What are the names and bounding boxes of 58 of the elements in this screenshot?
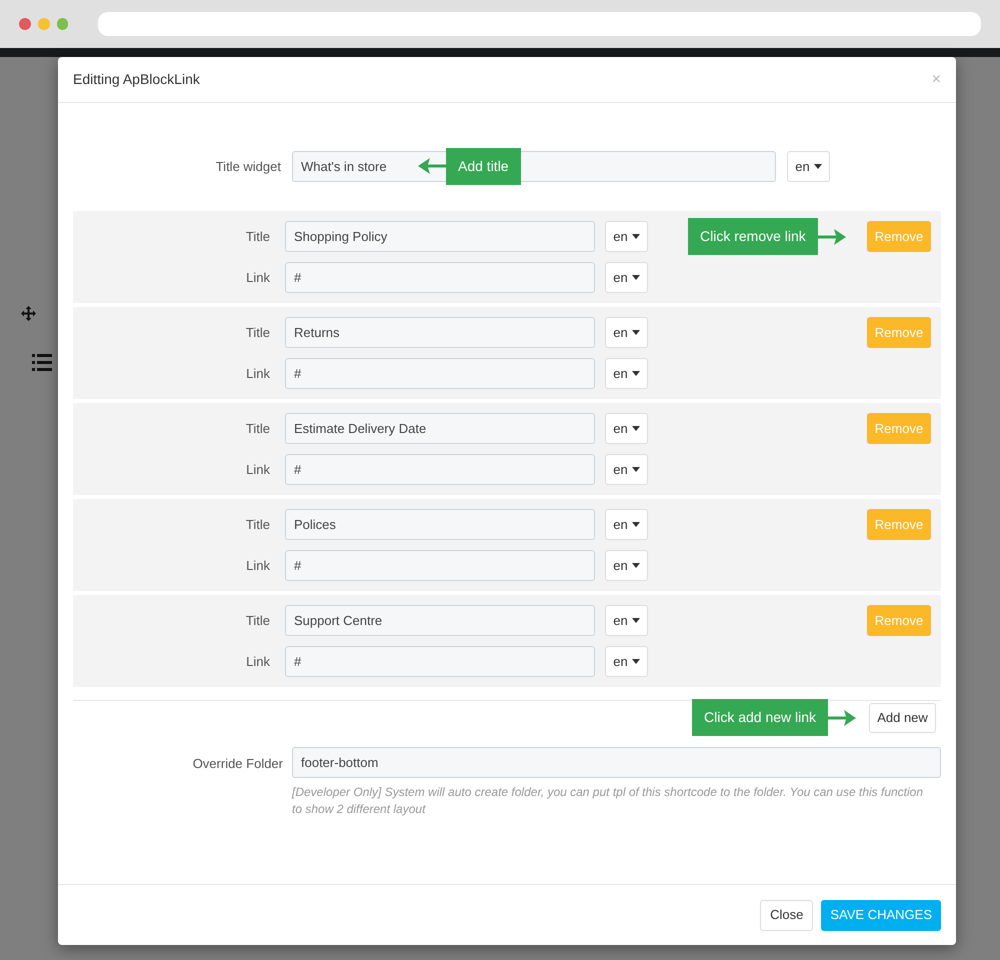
caret-icon xyxy=(632,275,640,280)
text-field[interactable]: Estimate Delivery Date xyxy=(285,413,595,444)
caret-icon xyxy=(632,618,640,623)
language-dropdown[interactable]: en xyxy=(605,262,648,293)
field-label: Link xyxy=(245,268,271,287)
field-label: Title xyxy=(244,420,271,438)
language-dropdown[interactable]: en xyxy=(787,151,830,182)
text-field[interactable]: Returns xyxy=(285,317,595,348)
move-icon xyxy=(21,306,36,321)
caret-icon xyxy=(632,234,640,239)
caret-icon xyxy=(632,467,640,472)
text-field[interactable]: # xyxy=(285,550,595,581)
language-dropdown[interactable]: en xyxy=(605,221,648,252)
list-icon xyxy=(32,354,52,371)
text-field[interactable]: # xyxy=(285,454,595,485)
text-field[interactable]: Shopping Policy xyxy=(285,221,595,252)
field-label: Link xyxy=(245,460,271,479)
field-label: Link xyxy=(245,364,271,383)
caret-icon xyxy=(632,522,640,527)
caret-icon xyxy=(632,426,640,431)
field-label: Title xyxy=(244,324,271,342)
field-label: Title xyxy=(244,516,271,534)
caret-icon xyxy=(814,164,822,169)
text-field[interactable]: # xyxy=(285,646,595,677)
callout-label: Add title xyxy=(446,148,521,184)
callout-label: Click add new link xyxy=(692,699,828,736)
field-label: Title xyxy=(244,612,271,630)
modal-title: Editting ApBlockLink xyxy=(73,70,200,89)
language-dropdown[interactable]: en xyxy=(605,454,648,485)
caret-icon xyxy=(632,659,640,664)
caret-icon xyxy=(632,563,640,568)
help-text: [Developer Only] System will auto create folder, you can put tpl of this shortcode to the folder. You can use this function to show 2 different layout xyxy=(292,784,924,818)
text-field[interactable]: Polices xyxy=(285,509,595,540)
address-bar[interactable] xyxy=(98,12,981,36)
text-field[interactable]: footer-bottom xyxy=(292,747,941,778)
field-label: Link xyxy=(245,556,271,575)
text-field[interactable]: # xyxy=(285,262,595,293)
callout-label: Click remove link xyxy=(688,218,818,255)
language-dropdown[interactable]: en xyxy=(605,605,648,636)
language-dropdown[interactable]: en xyxy=(605,646,648,677)
caret-icon xyxy=(632,330,640,335)
text-field[interactable]: Support Centre xyxy=(285,605,595,636)
language-dropdown[interactable]: en xyxy=(605,509,648,540)
field-label: Title widget xyxy=(214,158,282,176)
field-label: Link xyxy=(245,652,271,671)
field-label: Override Folder xyxy=(192,755,283,773)
language-dropdown[interactable]: en xyxy=(605,317,648,348)
language-dropdown[interactable]: en xyxy=(605,413,648,444)
language-dropdown[interactable]: en xyxy=(605,358,648,389)
arrow-icon xyxy=(418,158,446,174)
language-dropdown[interactable]: en xyxy=(605,550,648,581)
add-new-button[interactable]: Add new xyxy=(869,703,936,733)
caret-icon xyxy=(632,371,640,376)
field-label: Title xyxy=(244,228,271,246)
arrow-icon xyxy=(818,228,846,244)
close-button[interactable]: Close xyxy=(760,900,814,930)
text-field[interactable]: # xyxy=(285,358,595,389)
arrow-icon xyxy=(828,710,856,726)
